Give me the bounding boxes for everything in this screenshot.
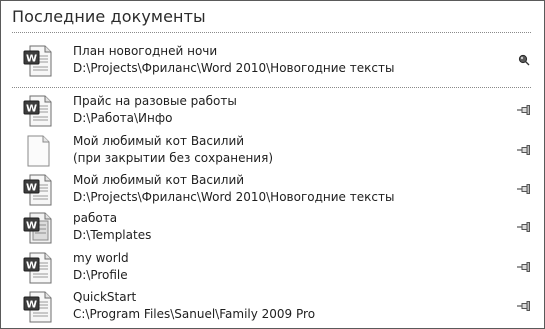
- document-path: D:\Templates: [73, 228, 152, 242]
- document-name: Прайс на разовые работы: [73, 94, 237, 108]
- document-text: QuickStart C:\Program Files\Sanuel\Family…: [73, 289, 493, 323]
- document-path: D:\Projects\Фриланс\Word 2010\Новогодние…: [73, 61, 395, 75]
- recent-document-item[interactable]: W План новогодней ночи D:\Projects\Фрилан…: [13, 42, 531, 80]
- svg-text:W: W: [26, 221, 37, 232]
- svg-text:W: W: [26, 54, 37, 65]
- blank-document-icon: [23, 135, 53, 167]
- pinned-pin-icon[interactable]: [517, 54, 531, 66]
- unpinned-pin-icon[interactable]: [517, 221, 531, 233]
- unpinned-pin-icon[interactable]: [517, 144, 531, 156]
- document-name: План новогодней ночи: [73, 44, 218, 58]
- unpinned-pin-icon[interactable]: [517, 183, 531, 195]
- word-document-icon: W: [23, 45, 53, 77]
- recent-document-item[interactable]: W QuickStart C:\Program Files\Sanuel\Fami…: [13, 288, 531, 326]
- recent-document-item[interactable]: W Мой любимый кот Василий D:\Projects\Фри…: [13, 171, 531, 209]
- svg-text:W: W: [26, 104, 37, 115]
- svg-text:W: W: [26, 261, 37, 272]
- document-path: D:\Работа\Инфо: [73, 111, 173, 125]
- document-text: Прайс на разовые работы D:\Работа\Инфо: [73, 93, 493, 127]
- recent-documents-panel: Последние документы W План новогодней но…: [0, 0, 545, 329]
- document-name: Мой любимый кот Василий: [73, 173, 245, 187]
- recent-document-item[interactable]: W Прайс на разовые работы D:\Работа\Инфо: [13, 92, 531, 130]
- document-name: my world: [73, 251, 129, 265]
- unpinned-pin-icon[interactable]: [517, 104, 531, 116]
- document-path: D:\Profile: [73, 268, 128, 282]
- recent-document-item[interactable]: Мой любимый кот Василий (при закрытии без…: [13, 132, 531, 170]
- document-text: Мой любимый кот Василий (при закрытии без…: [73, 133, 493, 167]
- document-path: C:\Program Files\Sanuel\Family 2009 Pro: [73, 307, 316, 321]
- word-document-icon: W: [23, 252, 53, 284]
- svg-text:W: W: [26, 183, 37, 194]
- word-document-icon: W: [23, 291, 53, 323]
- unpinned-pin-icon[interactable]: [517, 300, 531, 312]
- document-text: Мой любимый кот Василий D:\Projects\Фрила…: [73, 172, 493, 206]
- document-name: работа: [73, 211, 118, 225]
- pinned-group-divider: [12, 87, 531, 88]
- word-document-icon: W: [23, 174, 53, 206]
- unpinned-pin-icon[interactable]: [517, 261, 531, 273]
- title-divider: [12, 32, 531, 33]
- document-name: Мой любимый кот Василий: [73, 134, 245, 148]
- document-text: my world D:\Profile: [73, 250, 493, 284]
- recent-document-item[interactable]: W работа D:\Templates: [13, 209, 531, 247]
- word-document-icon: W: [23, 95, 53, 127]
- document-path: (при закрытии без сохранения): [73, 151, 273, 165]
- document-path: D:\Projects\Фриланс\Word 2010\Новогодние…: [73, 190, 395, 204]
- document-name: QuickStart: [73, 290, 137, 304]
- document-text: работа D:\Templates: [73, 210, 493, 244]
- document-text: План новогодней ночи D:\Projects\Фриланс\…: [73, 43, 493, 77]
- panel-title: Последние документы: [12, 7, 206, 26]
- word-template-icon: W: [23, 212, 53, 244]
- svg-text:W: W: [26, 300, 37, 311]
- recent-document-item[interactable]: W my world D:\Profile: [13, 249, 531, 287]
